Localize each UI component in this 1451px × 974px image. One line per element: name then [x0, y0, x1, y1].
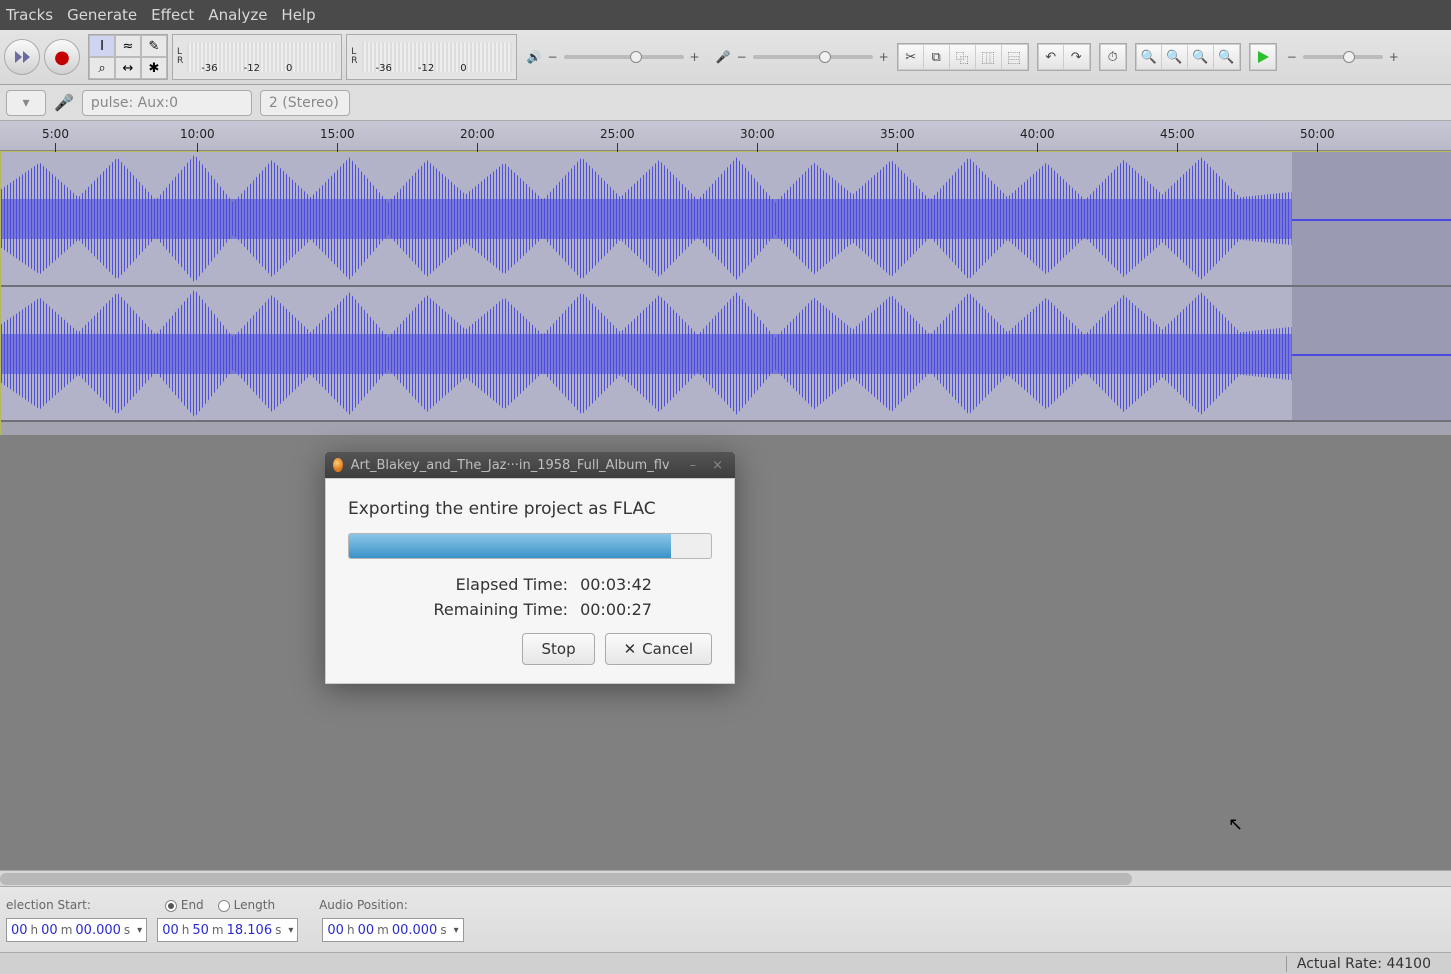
track-right[interactable]	[1, 287, 1451, 422]
timeline-tick: 30:00	[740, 127, 775, 153]
audio-position-field[interactable]: 00h 00m 00.000s▾	[322, 918, 463, 942]
tool-multi[interactable]: ✱	[141, 57, 167, 79]
volume-slider[interactable]: 🔊 −+ 🎤 −+	[527, 50, 889, 64]
redo-button[interactable]: ↷	[1064, 44, 1090, 70]
edit-buttons: ✂ ⧉ ⿻ ⿲ ⿳	[897, 43, 1029, 71]
silence-button[interactable]: ⿳	[1002, 44, 1028, 70]
dialog-title: Art_Blakey_and_The_Jaz···in_1958_Full_Al…	[351, 458, 670, 473]
device-toolbar: ▾ 🎤 pulse: Aux:0 2 (Stereo)	[0, 85, 1451, 121]
selection-end-field[interactable]: 00h 50m 18.106s▾	[157, 918, 298, 942]
cancel-button[interactable]: ✕Cancel	[605, 633, 712, 665]
undo-buttons: ↶ ↷	[1037, 43, 1091, 71]
channels-dropdown[interactable]: 2 (Stereo)	[260, 90, 350, 116]
tool-draw[interactable]: ✎	[141, 35, 167, 57]
tools-grid: I ≈ ✎ ⌕ ↔ ✱	[88, 34, 168, 80]
progress-fill	[349, 534, 671, 558]
copy-button[interactable]: ⧉	[924, 44, 950, 70]
menu-bar: Tracks Generate Effect Analyze Help	[0, 0, 1451, 30]
mic-icon: 🎤	[716, 50, 731, 64]
timeline-tick: 10:00	[180, 127, 215, 153]
close-icon[interactable]: ×	[708, 458, 727, 473]
export-dialog: Art_Blakey_and_The_Jaz···in_1958_Full_Al…	[325, 452, 735, 684]
volume-icon: 🔊	[527, 50, 542, 64]
actual-rate-value: 44100	[1386, 956, 1431, 972]
tool-envelope[interactable]: ≈	[115, 35, 141, 57]
horizontal-scrollbar[interactable]	[0, 870, 1451, 886]
zoom-buttons: 🔍 🔍 🔍 🔍	[1135, 43, 1241, 71]
selection-start-field[interactable]: 00h 00m 00.000s▾	[6, 918, 147, 942]
timeline-tick: 5:00	[42, 127, 69, 153]
tool-zoom[interactable]: ⌕	[89, 57, 115, 79]
tool-timeshift[interactable]: ↔	[115, 57, 141, 79]
radio-length[interactable]	[218, 900, 230, 912]
minimize-icon[interactable]: –	[686, 458, 701, 473]
tool-selection[interactable]: I	[89, 35, 115, 57]
play-at-speed-button[interactable]	[1250, 44, 1276, 70]
progress-bar	[348, 533, 712, 559]
timeline-tick: 45:00	[1160, 127, 1195, 153]
record-meter[interactable]: LR -36-120	[346, 34, 516, 80]
sync-buttons: ⏱	[1099, 43, 1127, 71]
timeline-tick: 35:00	[880, 127, 915, 153]
menu-generate[interactable]: Generate	[67, 6, 137, 24]
menu-help[interactable]: Help	[281, 6, 315, 24]
end-label: End	[181, 898, 204, 912]
scroll-thumb[interactable]	[0, 873, 1132, 885]
timeline-tick: 50:00	[1300, 127, 1335, 153]
menu-analyze[interactable]: Analyze	[208, 6, 267, 24]
elapsed-label: Elapsed Time:	[408, 575, 568, 594]
cursor-icon: ↖	[1228, 814, 1243, 835]
timeline-tick: 40:00	[1020, 127, 1055, 153]
skip-end-button[interactable]	[4, 39, 40, 75]
menu-tracks[interactable]: Tracks	[6, 6, 53, 24]
audio-position-label: Audio Position:	[319, 898, 408, 912]
play-speed-slider[interactable]: −+	[1287, 50, 1399, 64]
selection-start-label: election Start:	[6, 898, 91, 912]
dialog-titlebar[interactable]: Art_Blakey_and_The_Jaz···in_1958_Full_Al…	[325, 452, 735, 478]
close-icon: ✕	[624, 640, 637, 658]
zoom-fit-button[interactable]: 🔍	[1214, 44, 1240, 70]
dialog-message: Exporting the entire project as FLAC	[348, 499, 712, 519]
length-label: Length	[234, 898, 275, 912]
sync-lock-button[interactable]: ⏱	[1100, 44, 1126, 70]
timeline-tick: 15:00	[320, 127, 355, 153]
paste-button[interactable]: ⿻	[950, 44, 976, 70]
actual-rate-label: Actual Rate:	[1297, 956, 1382, 972]
toolbar-row: ● I ≈ ✎ ⌕ ↔ ✱ LR -36-120 LR -36-120 🔊 −+…	[0, 30, 1451, 85]
play-at-speed-buttons	[1249, 43, 1277, 71]
record-button[interactable]: ●	[44, 39, 80, 75]
zoom-sel-button[interactable]: 🔍	[1188, 44, 1214, 70]
timeline-ruler[interactable]: 5:00 10:00 15:00 20:00 25:00 30:00 35:00…	[0, 121, 1451, 151]
track-area	[0, 151, 1451, 451]
radio-end[interactable]	[165, 900, 177, 912]
timeline-tick: 20:00	[460, 127, 495, 153]
status-bar: Actual Rate: 44100	[0, 952, 1451, 974]
selection-toolbar: election Start: End Length Audio Positio…	[0, 886, 1451, 952]
menu-effect[interactable]: Effect	[151, 6, 194, 24]
timeline-tick: 25:00	[600, 127, 635, 153]
zoom-out-button[interactable]: 🔍	[1162, 44, 1188, 70]
app-icon	[333, 458, 343, 472]
remaining-label: Remaining Time:	[408, 600, 568, 619]
track-left[interactable]	[1, 152, 1451, 287]
cut-button[interactable]: ✂	[898, 44, 924, 70]
mic-icon: 🎤	[54, 93, 74, 112]
playback-meter[interactable]: LR -36-120	[172, 34, 342, 80]
undo-button[interactable]: ↶	[1038, 44, 1064, 70]
stop-button[interactable]: Stop	[522, 633, 594, 665]
trim-button[interactable]: ⿲	[976, 44, 1002, 70]
remaining-value: 00:00:27	[580, 600, 652, 619]
zoom-in-button[interactable]: 🔍	[1136, 44, 1162, 70]
host-dropdown[interactable]: ▾	[6, 90, 46, 116]
elapsed-value: 00:03:42	[580, 575, 652, 594]
record-device-dropdown[interactable]: pulse: Aux:0	[82, 90, 252, 116]
